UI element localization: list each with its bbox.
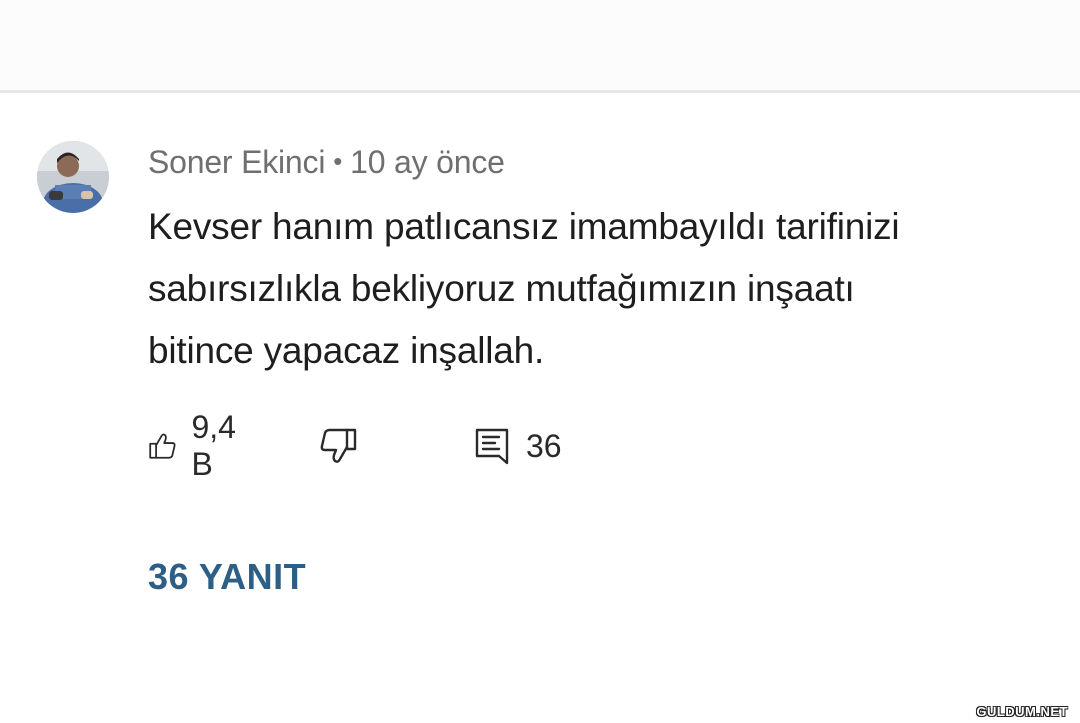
- thumbs-down-icon: [320, 428, 357, 463]
- reply-button[interactable]: 36: [472, 420, 562, 472]
- comment-line: Kevser hanım patlıcansız imambayıldı tar…: [148, 206, 900, 247]
- comment-line: bitince yapacaz inşallah.: [148, 330, 545, 371]
- comment-time[interactable]: 10 ay önce: [350, 144, 505, 180]
- view-replies-link[interactable]: 36 YANIT: [148, 556, 306, 598]
- like-button[interactable]: 9,4 B: [148, 409, 246, 482]
- watermark: GULDUM.NET: [976, 704, 1068, 719]
- reply-count: 36: [526, 427, 562, 464]
- avatar-image: [37, 141, 109, 213]
- avatar[interactable]: [37, 141, 109, 213]
- comment-meta: Soner Ekinci • 10 ay önce: [148, 144, 505, 181]
- meta-separator: •: [333, 146, 343, 176]
- author-name[interactable]: Soner Ekinci: [148, 144, 325, 180]
- comment-line: sabırsızlıkla bekliyoruz mutfağımızın in…: [148, 268, 855, 309]
- comment-icon: [475, 428, 509, 465]
- dislike-button[interactable]: [318, 420, 358, 472]
- comment-text: Kevser hanım patlıcansız imambayıldı tar…: [148, 196, 1048, 382]
- divider: [0, 90, 1080, 93]
- thumbs-up-icon: [149, 433, 176, 459]
- top-area: [0, 0, 1080, 92]
- like-count: 9,4 B: [191, 409, 236, 482]
